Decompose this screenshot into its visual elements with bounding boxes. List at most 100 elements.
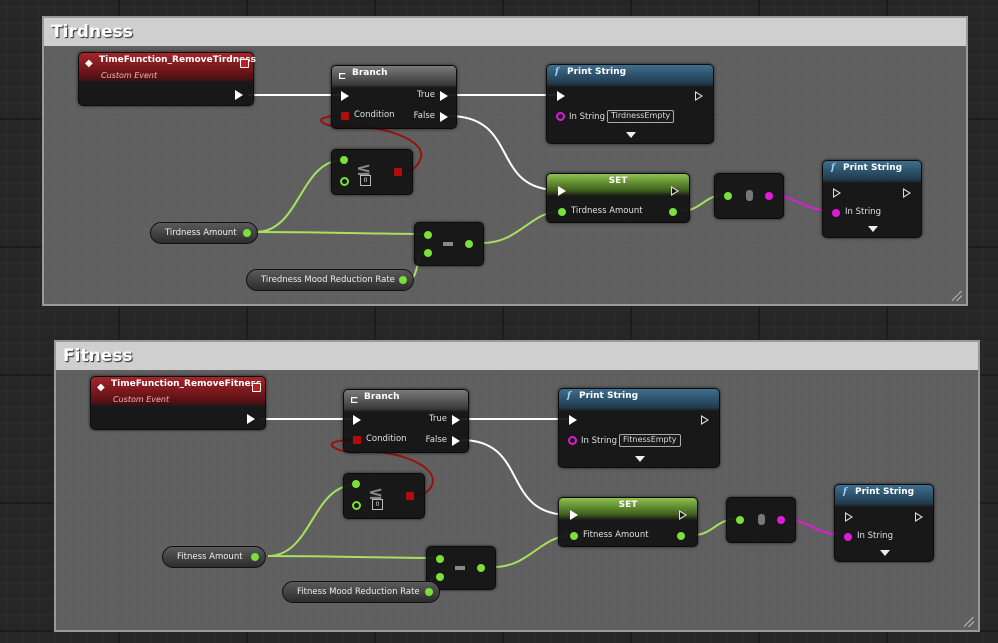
b-input-pin[interactable] xyxy=(352,501,361,510)
variable-label: Tirdness Amount xyxy=(165,228,237,238)
variable-output-pin[interactable] xyxy=(243,229,251,237)
false-exec-pin[interactable] xyxy=(452,436,460,446)
false-exec-pin[interactable] xyxy=(440,112,448,122)
set-pin-label: Tirdness Amount xyxy=(571,206,643,216)
print-string-title: Print String xyxy=(843,163,903,173)
variable-output-pin[interactable] xyxy=(399,276,407,284)
subtract-icon xyxy=(443,242,453,246)
branch-node[interactable]: ⊏ Branch True Condition False xyxy=(343,389,469,453)
true-exec-pin[interactable] xyxy=(440,91,448,101)
in-string-pin[interactable] xyxy=(556,112,565,121)
dropdown-arrow-icon[interactable] xyxy=(880,550,890,556)
exec-out-pin[interactable] xyxy=(235,90,243,100)
subtract-node[interactable] xyxy=(414,222,484,266)
exec-in-pin[interactable] xyxy=(570,510,578,520)
b-input-pin[interactable] xyxy=(436,573,444,581)
function-icon: f xyxy=(567,391,571,401)
fitness-rate-variable[interactable]: Fitness Mood Reduction Rate xyxy=(282,581,440,603)
resize-handle-icon[interactable] xyxy=(952,291,962,301)
less-equal-node[interactable]: ≤ 0 xyxy=(331,149,413,195)
variable-output-pin[interactable] xyxy=(425,588,433,596)
conversion-node[interactable] xyxy=(726,497,796,543)
value-output-pin[interactable] xyxy=(669,208,677,216)
result-output-pin[interactable] xyxy=(477,564,485,572)
string-output-pin[interactable] xyxy=(777,516,785,524)
print-string-node-right[interactable]: f Print String In String xyxy=(834,484,934,562)
exec-out-pin[interactable] xyxy=(679,510,687,520)
exec-in-pin[interactable] xyxy=(557,91,565,101)
set-node[interactable]: SET Tirdness Amount xyxy=(546,173,690,223)
string-output-pin[interactable] xyxy=(765,192,773,200)
float-input-pin[interactable] xyxy=(724,192,732,200)
in-string-pin[interactable] xyxy=(832,209,840,217)
bool-output-pin[interactable] xyxy=(406,492,414,500)
event-diamond-icon: ◆ xyxy=(85,58,93,69)
condition-pin[interactable] xyxy=(353,436,361,444)
value-input-pin[interactable] xyxy=(570,532,578,540)
tirdness-amount-variable[interactable]: Tirdness Amount xyxy=(150,222,258,244)
branch-icon: ⊏ xyxy=(350,395,359,406)
branch-icon: ⊏ xyxy=(338,71,347,82)
exec-in-pin[interactable] xyxy=(341,91,349,101)
print-string-node-right[interactable]: f Print String In String xyxy=(822,160,922,238)
conversion-node[interactable] xyxy=(714,173,784,219)
a-input-pin[interactable] xyxy=(340,156,348,164)
event-delegate-pin[interactable] xyxy=(252,383,261,392)
zero-value-box[interactable]: 0 xyxy=(360,175,371,186)
a-input-pin[interactable] xyxy=(424,231,432,239)
resize-handle-icon[interactable] xyxy=(964,617,974,627)
condition-pin[interactable] xyxy=(341,112,349,120)
custom-event-node[interactable]: ◆ TimeFunction_RemoveTirdness Custom Eve… xyxy=(78,52,256,106)
in-string-input[interactable]: FitnessEmpty xyxy=(619,434,681,447)
value-output-pin[interactable] xyxy=(677,532,685,540)
dropdown-arrow-icon[interactable] xyxy=(868,226,878,232)
branch-node[interactable]: ⊏ Branch True Condition False xyxy=(331,65,457,129)
value-input-pin[interactable] xyxy=(558,208,566,216)
conversion-icon xyxy=(746,190,753,201)
in-string-pin[interactable] xyxy=(568,436,577,445)
variable-label: Fitness Amount xyxy=(177,552,243,562)
exec-out-pin[interactable] xyxy=(671,186,679,196)
a-input-pin[interactable] xyxy=(352,480,360,488)
in-string-pin[interactable] xyxy=(844,533,852,541)
set-node[interactable]: SET Fitness Amount xyxy=(558,497,698,547)
float-input-pin[interactable] xyxy=(736,516,744,524)
bool-output-pin[interactable] xyxy=(394,168,402,176)
exec-in-pin[interactable] xyxy=(353,415,361,425)
fitness-amount-variable[interactable]: Fitness Amount xyxy=(162,546,266,568)
comment-title[interactable]: Fitness xyxy=(56,342,978,370)
custom-event-node[interactable]: ◆ TimeFunction_RemoveFitness Custom Even… xyxy=(90,376,266,430)
in-string-input[interactable]: TirdnessEmpty xyxy=(607,110,675,123)
zero-value-box[interactable]: 0 xyxy=(372,499,383,510)
false-label: False xyxy=(425,435,447,445)
exec-in-pin[interactable] xyxy=(845,512,853,522)
b-input-pin[interactable] xyxy=(340,177,349,186)
exec-out-pin[interactable] xyxy=(701,415,709,425)
print-string-title: Print String xyxy=(855,487,915,497)
exec-in-pin[interactable] xyxy=(833,188,841,198)
event-name: TimeFunction_RemoveFitness xyxy=(111,379,262,389)
variable-output-pin[interactable] xyxy=(251,553,259,561)
tiredness-rate-variable[interactable]: Tiredness Mood Reduction Rate xyxy=(246,269,414,291)
exec-out-pin[interactable] xyxy=(915,512,923,522)
dropdown-arrow-icon[interactable] xyxy=(635,456,645,462)
result-output-pin[interactable] xyxy=(465,240,473,248)
branch-title: Branch xyxy=(352,68,388,78)
exec-in-pin[interactable] xyxy=(558,186,566,196)
function-icon: f xyxy=(843,487,847,497)
a-input-pin[interactable] xyxy=(436,555,444,563)
event-delegate-pin[interactable] xyxy=(240,59,249,68)
dropdown-arrow-icon[interactable] xyxy=(626,132,636,138)
print-string-node[interactable]: f Print String In String TirdnessEmpty xyxy=(546,64,714,144)
exec-out-pin[interactable] xyxy=(247,414,255,424)
true-exec-pin[interactable] xyxy=(452,415,460,425)
condition-label: Condition xyxy=(366,434,407,444)
exec-out-pin[interactable] xyxy=(903,188,911,198)
b-input-pin[interactable] xyxy=(424,249,432,257)
less-equal-node[interactable]: ≤ 0 xyxy=(343,473,425,519)
set-title: SET xyxy=(559,498,697,520)
print-string-node[interactable]: f Print String In String FitnessEmpty xyxy=(558,388,720,468)
exec-in-pin[interactable] xyxy=(569,415,577,425)
comment-title[interactable]: Tirdness xyxy=(44,18,966,46)
exec-out-pin[interactable] xyxy=(695,91,703,101)
